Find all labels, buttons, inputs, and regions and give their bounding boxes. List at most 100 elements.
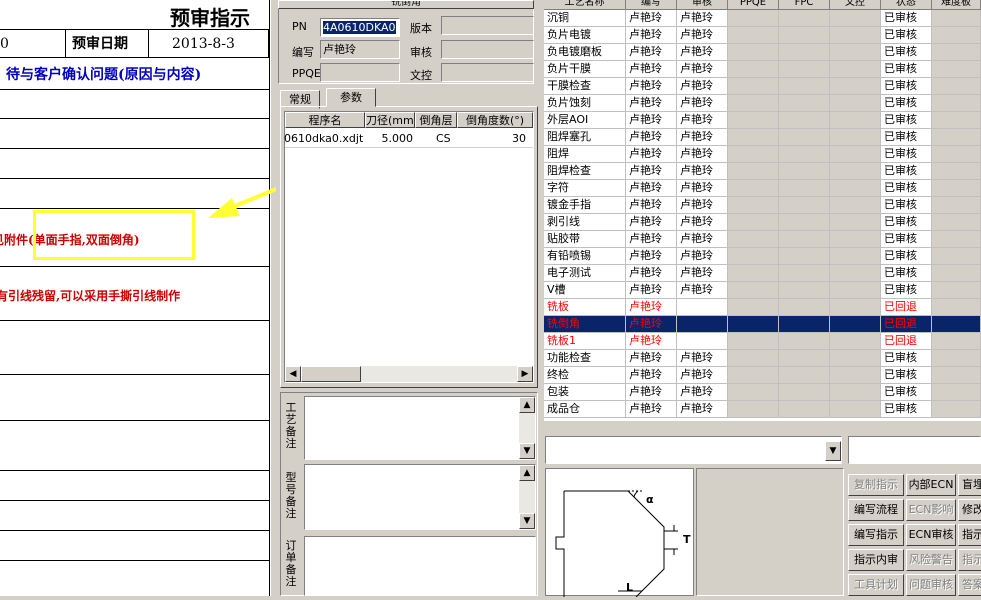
grid-cell-status[interactable]: 已审核 <box>881 350 932 367</box>
grid-cell-empty[interactable] <box>830 129 881 146</box>
grid-cell-empty[interactable] <box>830 384 881 401</box>
grid-cell-author[interactable]: 卢艳玲 <box>626 27 677 44</box>
col-degree[interactable]: 倒角度数(°) <box>457 112 533 128</box>
grid-cell-empty[interactable] <box>830 146 881 163</box>
grid-cell-empty[interactable] <box>932 248 981 265</box>
grid-cell-author[interactable]: 卢艳玲 <box>626 129 677 146</box>
grid-cell-empty[interactable] <box>728 350 779 367</box>
grid-cell-empty[interactable] <box>728 367 779 384</box>
grid-cell-empty[interactable] <box>779 27 830 44</box>
grid-cell-reviewer[interactable]: 卢艳玲 <box>677 129 728 146</box>
grid-cell-author[interactable]: 卢艳玲 <box>626 299 677 316</box>
grid-cell-empty[interactable] <box>779 146 830 163</box>
grid-cell-reviewer[interactable]: 卢艳玲 <box>677 10 728 27</box>
grid-cell-empty[interactable] <box>830 44 881 61</box>
command-button-6[interactable]: 编写指示 <box>848 524 904 546</box>
grid-cell-name[interactable]: 负片干膜 <box>544 61 626 78</box>
grid-cell-empty[interactable] <box>830 180 881 197</box>
chevron-down-icon[interactable]: ▼ <box>825 441 841 461</box>
grid-cell-empty[interactable] <box>779 231 830 248</box>
grid-cell-name[interactable]: 铣倒角 <box>544 316 626 333</box>
grid-cell-status[interactable]: 已审核 <box>881 401 932 418</box>
grid-cell-empty[interactable] <box>830 214 881 231</box>
command-button-11[interactable]: 指示 <box>958 549 981 571</box>
grid-cell-empty[interactable] <box>932 27 981 44</box>
process-grid[interactable]: 工艺名称 编写 审核 PPQE FPC 文控 状态 难度板 沉铜 卢艳玲 卢艳玲 已审核 负片电镀 卢艳玲… <box>544 0 981 421</box>
grid-cell-empty[interactable] <box>932 350 981 367</box>
grid-cell-reviewer[interactable]: 卢艳玲 <box>677 95 728 112</box>
model-remark-field[interactable] <box>304 464 536 530</box>
grid-cell-empty[interactable] <box>728 78 779 95</box>
grid-cell-name[interactable]: 阻焊检查 <box>544 163 626 180</box>
grid-cell-empty[interactable] <box>728 384 779 401</box>
grid-cell-status[interactable]: 已审核 <box>881 146 932 163</box>
grid-cell-empty[interactable] <box>779 299 830 316</box>
grid-cell-empty[interactable] <box>779 180 830 197</box>
grid-cell-status[interactable]: 已审核 <box>881 10 932 27</box>
grid-cell-name[interactable]: 镀金手指 <box>544 197 626 214</box>
grid-cell-author[interactable]: 卢艳玲 <box>626 146 677 163</box>
grid-cell-reviewer[interactable]: 卢艳玲 <box>677 197 728 214</box>
grid-cell-empty[interactable] <box>728 44 779 61</box>
grid-cell-name[interactable]: V槽 <box>544 282 626 299</box>
grid-cell-author[interactable]: 卢艳玲 <box>626 333 677 350</box>
grid-cell-empty[interactable] <box>779 112 830 129</box>
grid-cell-reviewer[interactable]: 卢艳玲 <box>677 163 728 180</box>
grid-cell-empty[interactable] <box>932 231 981 248</box>
grid-cell-empty[interactable] <box>932 112 981 129</box>
grid-cell-author[interactable]: 卢艳玲 <box>626 265 677 282</box>
grid-cell-status[interactable]: 已审核 <box>881 248 932 265</box>
command-button-13[interactable]: 问题审核 <box>906 574 956 596</box>
grid-cell-author[interactable]: 卢艳玲 <box>626 95 677 112</box>
col-diameter[interactable]: 刀径(mm) <box>365 112 415 128</box>
grid-cell-empty[interactable] <box>830 95 881 112</box>
command-button-9[interactable]: 指示内审 <box>848 549 904 571</box>
grid-cell-empty[interactable] <box>728 316 779 333</box>
col-process-name[interactable]: 工艺名称 <box>544 0 626 10</box>
grid-cell-status[interactable]: 已审核 <box>881 78 932 95</box>
grid-cell-status[interactable]: 已回退 <box>881 316 932 333</box>
grid-cell-empty[interactable] <box>932 316 981 333</box>
grid-cell-empty[interactable] <box>830 248 881 265</box>
grid-cell-reviewer[interactable]: 卢艳玲 <box>677 367 728 384</box>
grid-cell-name[interactable]: 剥引线 <box>544 214 626 231</box>
grid-cell-empty[interactable] <box>779 61 830 78</box>
grid-cell-empty[interactable] <box>932 401 981 418</box>
grid-cell-empty[interactable] <box>932 10 981 27</box>
grid-cell-empty[interactable] <box>728 248 779 265</box>
grid-cell-empty[interactable] <box>779 350 830 367</box>
scroll-down-icon[interactable]: ▼ <box>519 443 535 459</box>
col-difficulty[interactable]: 难度板 <box>932 0 981 10</box>
grid-cell-status[interactable]: 已审核 <box>881 44 932 61</box>
grid-cell-reviewer[interactable]: 卢艳玲 <box>677 384 728 401</box>
grid-cell-empty[interactable] <box>728 197 779 214</box>
grid-cell-status[interactable]: 已审核 <box>881 112 932 129</box>
grid-cell-empty[interactable] <box>932 214 981 231</box>
param-table[interactable] <box>284 111 534 383</box>
ppqe-field[interactable] <box>320 63 400 82</box>
grid-cell-status[interactable]: 已回退 <box>881 333 932 350</box>
grid-cell-empty[interactable] <box>779 367 830 384</box>
grid-cell-empty[interactable] <box>779 163 830 180</box>
col-doccontrol[interactable]: 文控 <box>830 0 881 10</box>
grid-cell-empty[interactable] <box>779 282 830 299</box>
command-button-2[interactable]: 盲埋 <box>958 474 981 496</box>
grid-cell-author[interactable]: 卢艳玲 <box>626 282 677 299</box>
grid-cell-reviewer[interactable] <box>677 316 728 333</box>
order-remark-field[interactable] <box>304 536 536 596</box>
grid-cell-empty[interactable] <box>932 163 981 180</box>
grid-cell-empty[interactable] <box>932 367 981 384</box>
author-field[interactable]: 卢艳玲 <box>320 40 400 59</box>
grid-cell-empty[interactable] <box>728 163 779 180</box>
grid-cell-empty[interactable] <box>932 129 981 146</box>
grid-cell-author[interactable]: 卢艳玲 <box>626 78 677 95</box>
grid-cell-empty[interactable] <box>779 10 830 27</box>
grid-cell-status[interactable]: 已回退 <box>881 299 932 316</box>
grid-cell-reviewer[interactable]: 卢艳玲 <box>677 248 728 265</box>
grid-cell-empty[interactable] <box>830 61 881 78</box>
grid-cell-status[interactable]: 已审核 <box>881 367 932 384</box>
grid-cell-empty[interactable] <box>728 112 779 129</box>
grid-cell-status[interactable]: 已审核 <box>881 265 932 282</box>
grid-cell-status[interactable]: 已审核 <box>881 61 932 78</box>
grid-cell-author[interactable]: 卢艳玲 <box>626 180 677 197</box>
